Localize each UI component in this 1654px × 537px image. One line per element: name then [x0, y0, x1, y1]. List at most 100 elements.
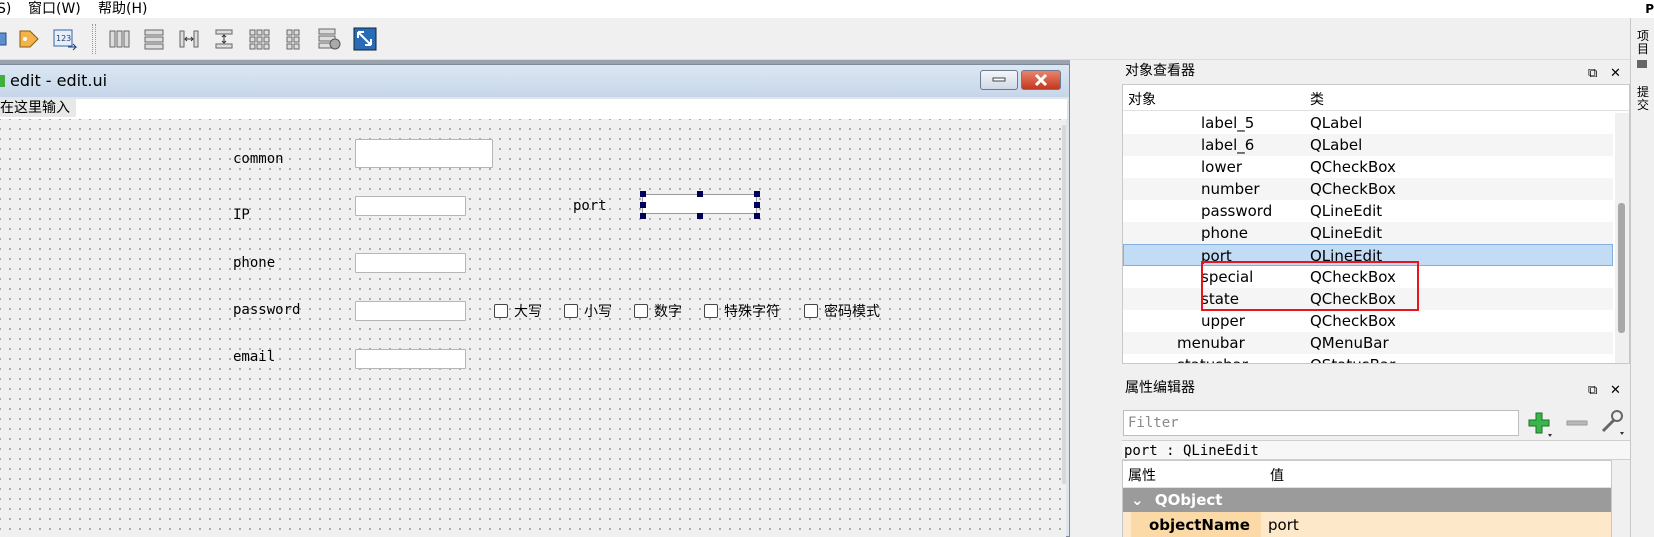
tree-row[interactable]: label_6 QLabel — [1123, 134, 1613, 156]
property-editor-title: 属性编辑器 ⧉ ✕ — [1120, 377, 1630, 399]
object-inspector-label: 对象查看器 — [1125, 63, 1195, 79]
checkbox-special[interactable]: 特殊字符 — [704, 301, 780, 321]
layout-grid-icon[interactable] — [246, 26, 272, 52]
menu-item-s[interactable]: S) — [0, 0, 11, 18]
close-icon[interactable]: ✕ — [1610, 380, 1621, 402]
side-tab-project[interactable]: 项目 — [1633, 30, 1653, 56]
menu-item-help[interactable]: 帮助(H) — [98, 0, 147, 18]
header-object[interactable]: 对象 — [1128, 89, 1156, 109]
selection-handle[interactable] — [697, 213, 703, 219]
property-table[interactable]: 属性 值 ⌄ QObject objectName port — [1122, 460, 1612, 537]
label-ip[interactable]: IP — [233, 207, 250, 223]
checkbox-box[interactable] — [804, 304, 818, 318]
label-common[interactable]: common — [233, 151, 284, 167]
edit-tab-order-icon[interactable]: 123 — [52, 26, 78, 52]
checkbox-lower[interactable]: 小写 — [564, 301, 612, 321]
checkbox-box[interactable] — [564, 304, 578, 318]
canvas-scrollbar[interactable] — [1062, 125, 1066, 484]
layout-form-icon[interactable] — [281, 26, 307, 52]
form-titlebar[interactable]: edit - edit.ui — [0, 65, 1069, 97]
object-tree-scrollbar[interactable] — [1615, 113, 1629, 363]
tree-row-class: QLineEdit — [1310, 224, 1383, 242]
tree-row[interactable]: menubar QMenuBar — [1123, 332, 1613, 354]
label-email[interactable]: email — [233, 349, 275, 365]
adjust-size-icon[interactable] — [352, 26, 378, 52]
selection-handle[interactable] — [697, 191, 703, 197]
float-icon[interactable]: ⧉ — [1588, 63, 1597, 85]
tree-row[interactable]: statusbar QStatusBar — [1123, 354, 1613, 363]
label-port[interactable]: port — [573, 198, 607, 214]
tree-row[interactable]: password QLineEdit — [1123, 200, 1613, 222]
selection-handle[interactable] — [754, 213, 760, 219]
toolbar-separator — [92, 24, 96, 54]
phone-input[interactable] — [355, 253, 466, 273]
tree-row[interactable]: label_5 QLabel — [1123, 112, 1613, 134]
property-value[interactable]: port — [1268, 512, 1299, 537]
layout-vertical-icon[interactable] — [141, 26, 167, 52]
tree-row-name: password — [1201, 202, 1273, 220]
float-icon[interactable]: ⧉ — [1588, 380, 1597, 402]
close-icon[interactable]: ✕ — [1610, 63, 1621, 85]
tree-row-class: QLabel — [1310, 136, 1363, 154]
tree-row-name: label_5 — [1201, 114, 1255, 132]
checkbox-label: 密码模式 — [824, 304, 880, 320]
tree-row[interactable]: upper QCheckBox — [1123, 310, 1613, 332]
remove-dynamic-property-icon[interactable] — [1564, 410, 1590, 436]
header-property[interactable]: 属性 — [1128, 465, 1156, 485]
edit-buddies-icon[interactable] — [16, 26, 42, 52]
chevron-down-icon[interactable]: ⌄ — [1131, 491, 1144, 509]
menu-placeholder[interactable]: 在这里输入 — [0, 99, 76, 117]
checkbox-password-mode[interactable]: 密码模式 — [804, 301, 880, 321]
split-vertical-icon[interactable] — [211, 26, 237, 52]
layout-horizontal-icon[interactable] — [106, 26, 132, 52]
checkbox-box[interactable] — [494, 304, 508, 318]
checkbox-label: 数字 — [654, 304, 682, 320]
selection-handle[interactable] — [754, 191, 760, 197]
selection-handle[interactable] — [640, 191, 646, 197]
tree-row-name: number — [1201, 180, 1260, 198]
tree-row-class: QLabel — [1310, 114, 1363, 132]
header-class[interactable]: 类 — [1310, 89, 1324, 109]
selection-handle[interactable] — [640, 213, 646, 219]
port-input[interactable] — [642, 194, 757, 214]
tree-row[interactable]: number QCheckBox — [1123, 178, 1613, 200]
tree-row-class: QLineEdit — [1310, 202, 1383, 220]
form-window: edit - edit.ui 在这里输入 common IP port phon… — [0, 64, 1070, 537]
email-input[interactable] — [355, 349, 466, 369]
checkbox-number[interactable]: 数字 — [634, 301, 682, 321]
add-dynamic-property-icon[interactable] — [1526, 410, 1554, 438]
checkbox-box[interactable] — [634, 304, 648, 318]
checkbox-box[interactable] — [704, 304, 718, 318]
selection-handle[interactable] — [640, 202, 646, 208]
close-button[interactable] — [1021, 70, 1061, 90]
svg-text:123: 123 — [56, 34, 71, 43]
tree-row[interactable]: lower QCheckBox — [1123, 156, 1613, 178]
minimize-button[interactable] — [980, 70, 1018, 90]
property-group-qobject[interactable]: ⌄ QObject — [1123, 488, 1611, 512]
label-password[interactable]: password — [233, 302, 300, 318]
property-row-objectname[interactable]: objectName port — [1123, 512, 1611, 537]
close-icon — [1034, 73, 1048, 87]
tree-row[interactable]: phone QLineEdit — [1123, 222, 1613, 244]
edit-widgets-icon[interactable] — [0, 26, 12, 52]
property-filter-input[interactable]: Filter — [1123, 410, 1519, 436]
split-horizontal-icon[interactable] — [176, 26, 202, 52]
tree-row-name: label_6 — [1201, 136, 1255, 154]
object-tree[interactable]: 对象 类 label_5 QLabel label_6 QLabel lower QC… — [1122, 84, 1630, 364]
tree-row-name: statusbar — [1177, 354, 1248, 363]
object-tree-header: 对象 类 — [1123, 85, 1629, 111]
common-input[interactable] — [355, 139, 493, 168]
checkbox-upper[interactable]: 大写 — [494, 301, 542, 321]
configure-wrench-icon[interactable] — [1598, 408, 1626, 436]
scrollbar-thumb[interactable] — [1618, 203, 1625, 333]
label-phone[interactable]: phone — [233, 255, 275, 271]
break-layout-icon[interactable] — [316, 26, 342, 52]
designer-toolbar: 123 — [0, 18, 1630, 60]
ip-input[interactable] — [355, 196, 466, 216]
header-value[interactable]: 值 — [1270, 465, 1284, 485]
menu-item-window[interactable]: 窗口(W) — [28, 0, 81, 18]
form-canvas[interactable]: common IP port phone password 大写 小写 数字 特… — [0, 119, 1066, 537]
side-tab-commit[interactable]: 提交 — [1633, 86, 1653, 112]
selection-handle[interactable] — [754, 202, 760, 208]
password-input[interactable] — [355, 301, 466, 321]
